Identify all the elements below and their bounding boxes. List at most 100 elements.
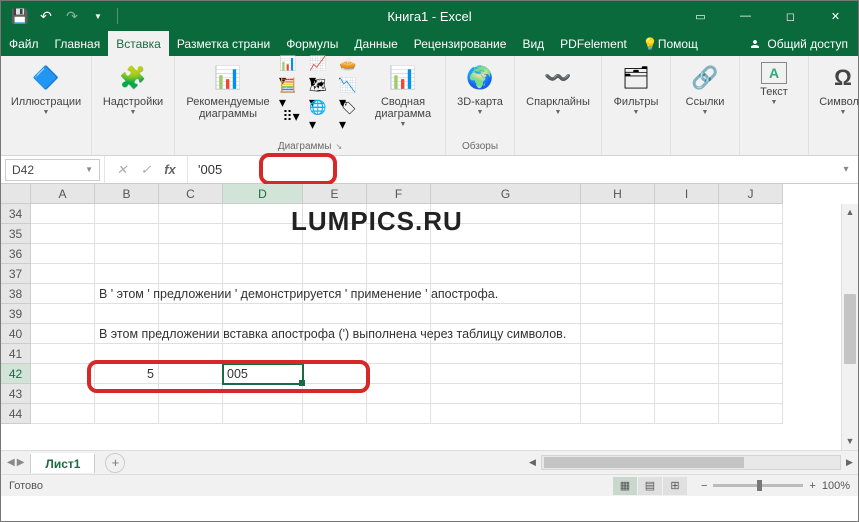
tab-home[interactable]: Главная	[47, 31, 109, 56]
zoom-in-button[interactable]: +	[809, 480, 815, 492]
col-header[interactable]: E	[303, 184, 367, 204]
share-button[interactable]: Общий доступ	[739, 31, 858, 56]
zoom-slider[interactable]	[713, 484, 803, 487]
chart-types-column: 📊▾ 🧮▾ ⠿▾	[277, 60, 305, 128]
cell-b42[interactable]: 5	[95, 364, 159, 384]
cancel-formula-icon[interactable]: ✕	[111, 162, 133, 178]
tab-layout[interactable]: Разметка страни	[169, 31, 278, 56]
cell-b40[interactable]: В этом предложении вставка апострофа (')…	[95, 324, 159, 344]
tab-help[interactable]: 💡 Помощ	[635, 31, 706, 56]
title-bar: 💾 ↶ ↷ ▼ Книга1 - Excel ▭ — ◻ ✕	[1, 1, 858, 31]
fx-icon[interactable]: fx	[159, 162, 181, 177]
tab-formulas[interactable]: Формулы	[278, 31, 346, 56]
store-icon: 🧩	[117, 62, 149, 94]
links-button[interactable]: 🔗 Ссылки▼	[677, 60, 733, 116]
window-controls: ▭ — ◻ ✕	[678, 1, 858, 31]
status-bar: Готово ▦ ▤ ⊞ − + 100%	[1, 474, 858, 496]
chart-types-column-3: 🥧▾ 📉▾ 🏷▾	[337, 60, 365, 128]
row-header[interactable]: 37	[1, 264, 31, 284]
close-button[interactable]: ✕	[813, 1, 858, 31]
sheet-tab-bar: ◀▶ Лист1 + ◀▶	[1, 450, 858, 474]
undo-icon[interactable]: ↶	[35, 5, 57, 27]
col-header[interactable]: J	[719, 184, 783, 204]
view-normal-icon[interactable]: ▦	[613, 477, 637, 495]
chart-hierarchy-icon[interactable]: 🧮▾	[279, 84, 303, 104]
row-header[interactable]: 35	[1, 224, 31, 244]
col-header[interactable]: C	[159, 184, 223, 204]
sheet-tab-1[interactable]: Лист1	[30, 453, 95, 473]
chart-bar-icon: 📊	[212, 62, 244, 94]
row-header[interactable]: 36	[1, 244, 31, 264]
row-header[interactable]: 44	[1, 404, 31, 424]
symbols-button[interactable]: Ω Символы▼	[815, 60, 859, 116]
zoom-control: − + 100%	[701, 480, 850, 492]
pivot-chart-icon: 📊	[387, 62, 419, 94]
minimize-button[interactable]: —	[723, 1, 768, 31]
name-box[interactable]: D42▼	[5, 159, 100, 181]
redo-icon[interactable]: ↷	[61, 5, 83, 27]
sparklines-button[interactable]: 〰️ Спарклайны▼	[521, 60, 595, 116]
ribbon-options-icon[interactable]: ▭	[678, 1, 723, 31]
sheet-nav[interactable]: ◀▶	[1, 457, 30, 468]
recommended-charts-button[interactable]: 📊 Рекомендуемые диаграммы	[181, 60, 275, 120]
save-icon[interactable]: 💾	[9, 5, 31, 27]
col-header[interactable]: F	[367, 184, 431, 204]
text-button[interactable]: A Текст▼	[746, 60, 802, 106]
quick-access-toolbar: 💾 ↶ ↷ ▼	[1, 5, 122, 27]
row-header[interactable]: 39	[1, 304, 31, 324]
chart-combo-icon[interactable]: 🏷▾	[339, 106, 363, 126]
horizontal-scrollbar[interactable]: ◀▶	[524, 451, 858, 474]
row-header[interactable]: 42	[1, 364, 31, 384]
dialog-launcher-charts[interactable]: ↘	[335, 142, 342, 151]
col-header[interactable]: I	[655, 184, 719, 204]
filters-button[interactable]: 🗂 Фильтры▼	[608, 60, 664, 116]
textbox-icon: A	[761, 62, 787, 84]
omega-icon: Ω	[827, 62, 859, 94]
ribbon: 🔷 Иллюстрации▼ 🧩 Надстройки▼ 📊 Рекоменду…	[1, 56, 858, 156]
row-header[interactable]: 40	[1, 324, 31, 344]
slicer-icon: 🗂	[620, 62, 652, 94]
row-header[interactable]: 41	[1, 344, 31, 364]
cell-b38[interactable]: В ' этом ' предложении ' демонстрируется…	[95, 284, 159, 304]
tab-review[interactable]: Рецензирование	[406, 31, 515, 56]
col-header[interactable]: H	[581, 184, 655, 204]
view-page-layout-icon[interactable]: ▤	[638, 477, 662, 495]
tab-file[interactable]: Файл	[1, 31, 47, 56]
globe-icon: 🌍	[464, 62, 496, 94]
col-header[interactable]: A	[31, 184, 95, 204]
enter-formula-icon[interactable]: ✓	[135, 162, 157, 178]
worksheet-grid[interactable]: A B C D E F G H I J 34 35 36 37 38 В ' эт…	[1, 184, 858, 450]
view-page-break-icon[interactable]: ⊞	[663, 477, 687, 495]
qat-customize-icon[interactable]: ▼	[87, 5, 109, 27]
tab-view[interactable]: Вид	[514, 31, 552, 56]
select-all-corner[interactable]	[1, 184, 31, 204]
chart-scatter-icon[interactable]: ⠿▾	[279, 106, 303, 126]
tab-insert[interactable]: Вставка	[108, 31, 169, 56]
tab-pdfelement[interactable]: PDFelement	[552, 31, 635, 56]
addins-button[interactable]: 🧩 Надстройки▼	[98, 60, 168, 116]
view-switcher: ▦ ▤ ⊞	[613, 477, 687, 495]
col-header[interactable]: G	[431, 184, 581, 204]
status-ready: Готово	[9, 480, 43, 492]
vertical-scrollbar[interactable]: ▲▼	[841, 204, 858, 450]
expand-formula-bar[interactable]: ▾	[834, 164, 858, 175]
add-sheet-button[interactable]: +	[105, 453, 125, 473]
tours-group-label: Обзоры	[446, 139, 514, 155]
maximize-button[interactable]: ◻	[768, 1, 813, 31]
formula-input[interactable]: '005	[187, 156, 834, 183]
illustrations-button[interactable]: 🔷 Иллюстрации▼	[7, 60, 85, 116]
col-header[interactable]: B	[95, 184, 159, 204]
row-header[interactable]: 38	[1, 284, 31, 304]
chart-types-column-2: 📈▾ 🗺▾ 🌐▾	[307, 60, 335, 128]
col-header[interactable]: D	[223, 184, 303, 204]
pivot-chart-button[interactable]: 📊 Сводная диаграмма▼	[367, 60, 439, 128]
chart-surface-icon[interactable]: 🌐▾	[309, 106, 333, 126]
row-header[interactable]: 43	[1, 384, 31, 404]
row-header[interactable]: 34	[1, 204, 31, 224]
zoom-level[interactable]: 100%	[822, 480, 850, 492]
tab-data[interactable]: Данные	[346, 31, 405, 56]
zoom-out-button[interactable]: −	[701, 480, 707, 492]
cell-d42[interactable]: 005	[223, 364, 303, 384]
3d-map-button[interactable]: 🌍 3D-карта▼	[452, 60, 508, 116]
formula-bar: D42▼ ✕ ✓ fx '005 ▾	[1, 156, 858, 184]
